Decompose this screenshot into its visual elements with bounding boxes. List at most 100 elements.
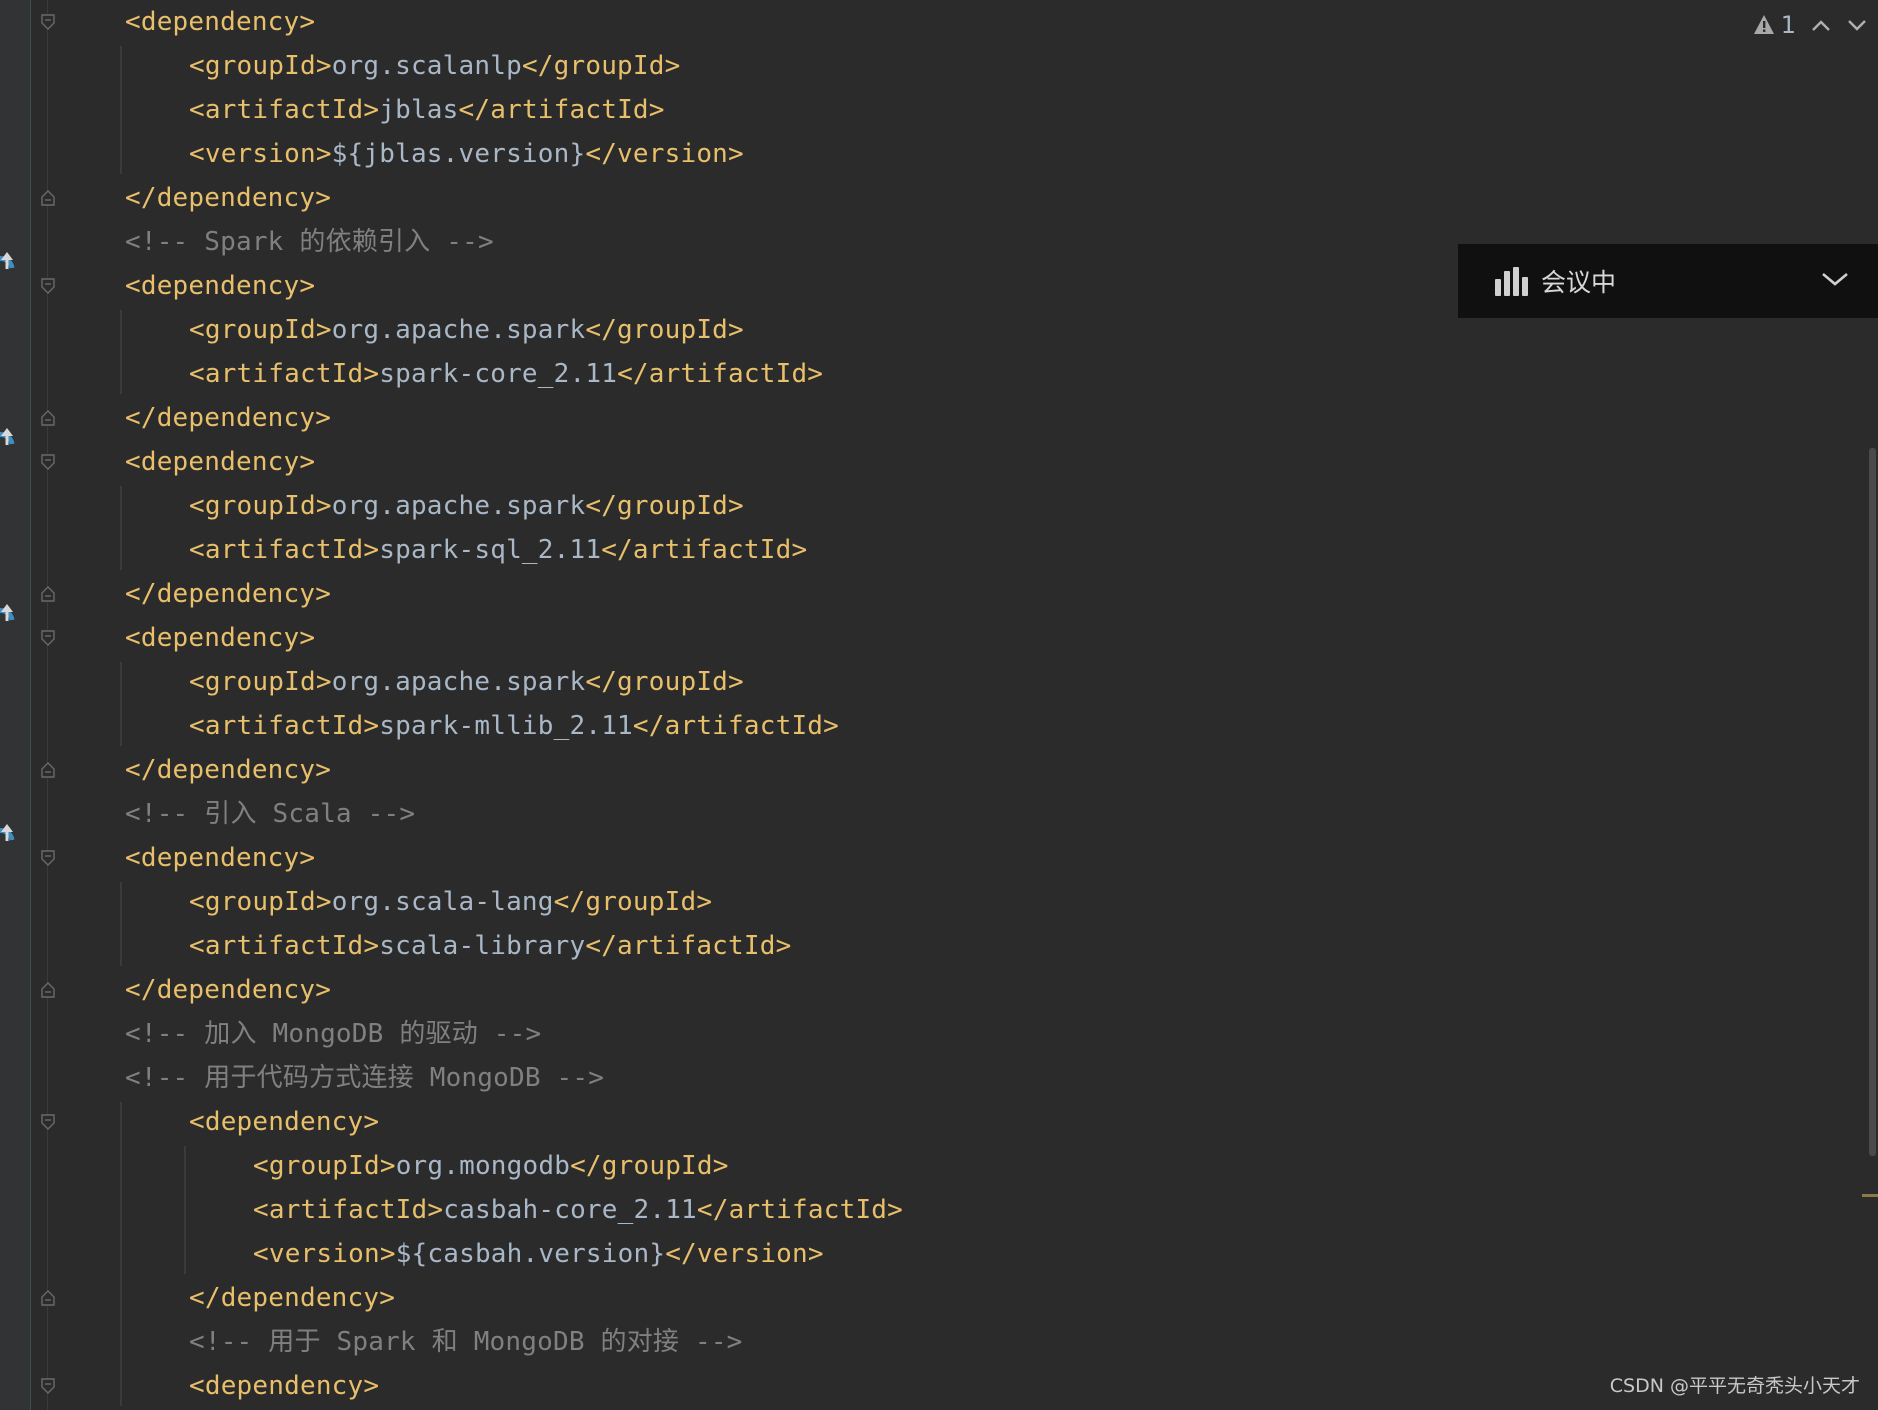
maven-update-icon[interactable] — [0, 248, 16, 282]
xml-tag: <version> — [253, 1239, 396, 1269]
xml-tag: <groupId> — [253, 1151, 396, 1181]
code-line[interactable]: <!-- 用于 Spark 和 MongoDB 的对接 --> — [189, 1320, 743, 1364]
xml-tag: <version> — [189, 139, 332, 169]
fold-end-icon[interactable] — [41, 1290, 55, 1306]
code-line[interactable]: <groupId>org.apache.spark</groupId> — [189, 660, 744, 704]
xml-tag: </groupId> — [553, 887, 713, 917]
xml-tag: </artifactId> — [601, 535, 808, 565]
indent-guide — [184, 1146, 186, 1274]
indent-guide — [120, 882, 122, 966]
fold-collapse-icon[interactable] — [41, 630, 55, 646]
fold-collapse-icon[interactable] — [41, 850, 55, 866]
maven-update-icon[interactable] — [0, 820, 16, 854]
code-line[interactable]: <artifactId>scala-library</artifactId> — [189, 924, 791, 968]
vertical-scrollbar[interactable] — [1869, 448, 1876, 1156]
xml-tag: </dependency> — [125, 403, 332, 433]
editor-gutter — [0, 0, 31, 1410]
xml-tag: <artifactId> — [253, 1195, 444, 1225]
fold-end-icon[interactable] — [41, 410, 55, 426]
inspection-widget[interactable]: 1 — [1753, 8, 1868, 42]
chevron-down-icon[interactable] — [1846, 17, 1868, 33]
indent-guide — [120, 46, 122, 174]
code-line[interactable]: <dependency> — [125, 264, 315, 308]
xml-tag: </artifactId> — [632, 711, 839, 741]
code-line[interactable]: <groupId>org.scalanlp</groupId> — [189, 44, 680, 88]
xml-tag: </version> — [665, 1239, 824, 1269]
code-line[interactable]: <version>${casbah.version}</version> — [253, 1232, 824, 1276]
code-line[interactable]: </dependency> — [125, 396, 331, 440]
code-line[interactable]: <dependency> — [125, 440, 315, 484]
code-line[interactable]: <groupId>org.scala-lang</groupId> — [189, 880, 712, 924]
fold-end-icon[interactable] — [41, 190, 55, 206]
xml-tag: </artifactId> — [696, 1195, 903, 1225]
maven-update-icon[interactable] — [0, 600, 16, 634]
code-line[interactable]: <dependency> — [125, 0, 315, 44]
code-line[interactable]: </dependency> — [189, 1276, 395, 1320]
code-line[interactable]: <!-- 用于代码方式连接 MongoDB --> — [125, 1056, 604, 1100]
code-line[interactable]: </dependency> — [125, 968, 331, 1012]
xml-text: jblas — [379, 95, 459, 125]
fold-collapse-icon[interactable] — [41, 14, 55, 30]
code-line[interactable]: <!-- Spark 的依赖引入 --> — [125, 220, 494, 264]
xml-text: scala-library — [379, 931, 586, 961]
code-line[interactable]: <artifactId>spark-mllib_2.11</artifactId… — [189, 704, 839, 748]
fold-end-icon[interactable] — [41, 586, 55, 602]
xml-tag: <artifactId> — [189, 535, 380, 565]
xml-tag: </dependency> — [125, 975, 332, 1005]
xml-text: spark-core_2.11 — [379, 359, 618, 389]
chevron-down-icon[interactable] — [1820, 268, 1850, 290]
code-line[interactable]: <artifactId>jblas</artifactId> — [189, 88, 665, 132]
xml-comment: <!-- 用于代码方式连接 MongoDB --> — [125, 1063, 605, 1093]
xml-tag: </dependency> — [125, 755, 332, 785]
fold-end-icon[interactable] — [41, 982, 55, 998]
code-line[interactable]: </dependency> — [125, 176, 331, 220]
xml-tag: <dependency> — [125, 623, 316, 653]
xml-tag: <groupId> — [189, 51, 332, 81]
code-line[interactable]: </dependency> — [125, 572, 331, 616]
xml-tag: </groupId> — [585, 667, 744, 697]
code-line[interactable]: </dependency> — [125, 748, 331, 792]
xml-text: org.scala-lang — [331, 887, 554, 917]
fold-collapse-icon[interactable] — [41, 1378, 55, 1394]
xml-text: spark-mllib_2.11 — [379, 711, 633, 741]
code-line[interactable]: <groupId>org.apache.spark</groupId> — [189, 484, 744, 528]
xml-comment: <!-- 用于 Spark 和 MongoDB 的对接 --> — [189, 1327, 743, 1357]
fold-collapse-icon[interactable] — [41, 1114, 55, 1130]
code-line[interactable]: <groupId>org.mongodb</groupId> — [253, 1144, 729, 1188]
indent-guide — [120, 310, 122, 394]
fold-collapse-icon[interactable] — [41, 454, 55, 470]
maven-update-icon[interactable] — [0, 424, 16, 458]
xml-tag: <dependency> — [125, 7, 316, 37]
code-line[interactable]: <artifactId>spark-core_2.11</artifactId> — [189, 352, 823, 396]
xml-tag: </artifactId> — [617, 359, 824, 389]
scrollbar-warning-mark[interactable] — [1862, 1194, 1878, 1197]
code-line[interactable]: <!-- 引入 Scala --> — [125, 792, 415, 836]
fold-end-icon[interactable] — [41, 762, 55, 778]
code-line[interactable]: <artifactId>casbah-core_2.11</artifactId… — [253, 1188, 903, 1232]
xml-tag: <dependency> — [189, 1371, 380, 1401]
warning-indicator[interactable]: 1 — [1753, 11, 1796, 39]
chevron-up-icon[interactable] — [1810, 17, 1832, 33]
code-line[interactable]: <!-- 加入 MongoDB 的驱动 --> — [125, 1012, 541, 1056]
fold-collapse-icon[interactable] — [41, 278, 55, 294]
code-line[interactable]: <artifactId>spark-sql_2.11</artifactId> — [189, 528, 807, 572]
xml-tag: <groupId> — [189, 491, 332, 521]
xml-tag: <artifactId> — [189, 931, 380, 961]
xml-tag: <groupId> — [189, 315, 332, 345]
meeting-audio-bars-icon — [1493, 265, 1529, 297]
code-line[interactable]: <version>${jblas.version}</version> — [189, 132, 744, 176]
meeting-status-bar[interactable]: 会议中 — [1458, 244, 1878, 318]
xml-tag: <dependency> — [125, 447, 316, 477]
code-editor[interactable]: <dependency> <groupId>org.scalanlp</group… — [0, 0, 1878, 1410]
code-line[interactable]: <dependency> — [125, 836, 315, 880]
code-line[interactable]: <dependency> — [125, 616, 315, 660]
xml-text: org.scalanlp — [331, 51, 522, 81]
xml-tag: </dependency> — [125, 579, 332, 609]
xml-tag: <artifactId> — [189, 95, 380, 125]
xml-tag: </groupId> — [585, 315, 744, 345]
code-line[interactable]: <groupId>org.apache.spark</groupId> — [189, 308, 744, 352]
xml-tag: </groupId> — [521, 51, 681, 81]
code-line[interactable]: <dependency> — [189, 1364, 379, 1408]
code-line[interactable]: <dependency> — [189, 1100, 379, 1144]
xml-tag: <dependency> — [125, 843, 316, 873]
